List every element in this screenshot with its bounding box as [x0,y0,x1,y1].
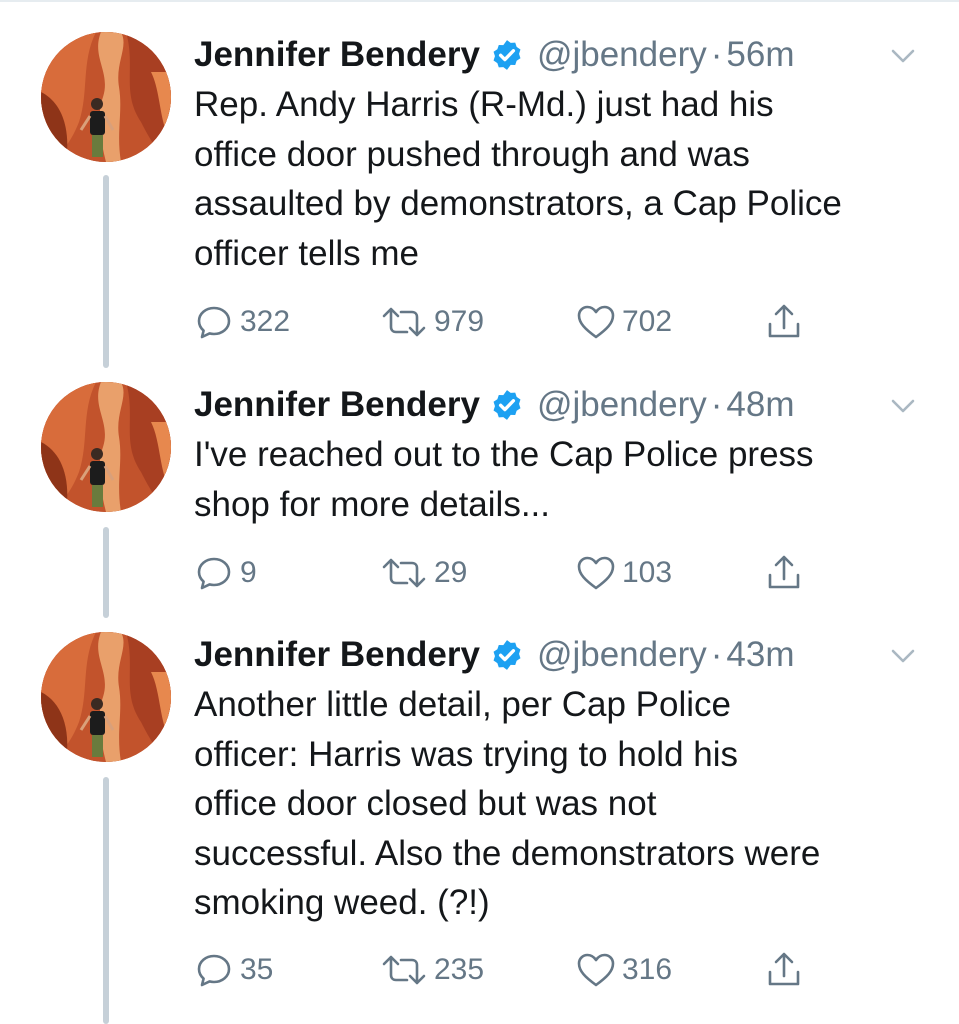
tweet-header: Jennifer Bendery @jbendery · 56m [194,33,794,77]
like-button[interactable]: 702 [576,302,672,342]
author-name[interactable]: Jennifer Bendery [194,385,480,425]
reply-icon [194,553,234,593]
timestamp[interactable]: 48m [726,385,794,425]
heart-icon [576,950,616,990]
author-handle[interactable]: @jbendery [537,385,707,425]
heart-icon [576,553,616,593]
reply-button[interactable]: 35 [194,950,273,990]
tweet-actions: 9 29 103 [194,553,834,593]
tweet-header: Jennifer Bendery @jbendery · 48m [194,383,794,427]
share-icon [764,950,804,990]
chevron-down-icon[interactable] [885,38,921,74]
separator-dot: · [710,385,723,424]
timestamp[interactable]: 43m [726,635,794,675]
share-button[interactable] [764,553,804,593]
tweet-actions: 35 235 316 [194,950,834,990]
retweet-button[interactable]: 235 [380,950,484,990]
chevron-down-icon[interactable] [885,388,921,424]
avatar[interactable] [41,632,171,762]
tweet-text: I've reached out to the Cap Police press… [194,435,814,524]
top-divider [0,0,959,2]
like-count: 103 [622,556,673,589]
author-name[interactable]: Jennifer Bendery [194,635,480,675]
reply-count: 9 [240,556,257,589]
like-button[interactable]: 316 [576,950,672,990]
timestamp[interactable]: 56m [726,35,794,75]
retweet-count: 235 [434,953,485,986]
author-handle[interactable]: @jbendery [537,35,707,75]
reply-icon [194,302,234,342]
reply-button[interactable]: 322 [194,302,290,342]
like-count: 702 [622,305,673,338]
verified-badge-icon [490,638,524,672]
author-name[interactable]: Jennifer Bendery [194,35,480,75]
reply-icon [194,950,234,990]
retweet-icon [380,302,428,342]
retweet-count: 29 [434,556,468,589]
retweet-count: 979 [434,305,485,338]
avatar[interactable] [41,382,171,512]
avatar[interactable] [41,32,171,162]
thread-connector [103,777,109,1024]
chevron-down-icon[interactable] [885,638,921,674]
retweet-button[interactable]: 29 [380,553,467,593]
tweet-text: Another little detail, per Cap Police of… [194,685,821,922]
tweet-text: Rep. Andy Harris (R-Md.) just had his of… [194,85,842,273]
retweet-icon [380,950,428,990]
author-handle[interactable]: @jbendery [537,635,707,675]
heart-icon [576,302,616,342]
retweet-icon [380,553,428,593]
thread-connector [103,175,109,368]
share-button[interactable] [764,302,804,342]
separator-dot: · [710,35,723,74]
verified-badge-icon [490,38,524,72]
share-button[interactable] [764,950,804,990]
reply-button[interactable]: 9 [194,553,257,593]
like-count: 316 [622,953,673,986]
share-icon [764,302,804,342]
verified-badge-icon [490,388,524,422]
share-icon [764,553,804,593]
tweet-header: Jennifer Bendery @jbendery · 43m [194,633,794,677]
reply-count: 35 [240,953,274,986]
reply-count: 322 [240,305,291,338]
separator-dot: · [710,635,723,674]
retweet-button[interactable]: 979 [380,302,484,342]
thread-connector [103,527,109,618]
tweet-actions: 322 979 702 [194,302,834,342]
like-button[interactable]: 103 [576,553,672,593]
